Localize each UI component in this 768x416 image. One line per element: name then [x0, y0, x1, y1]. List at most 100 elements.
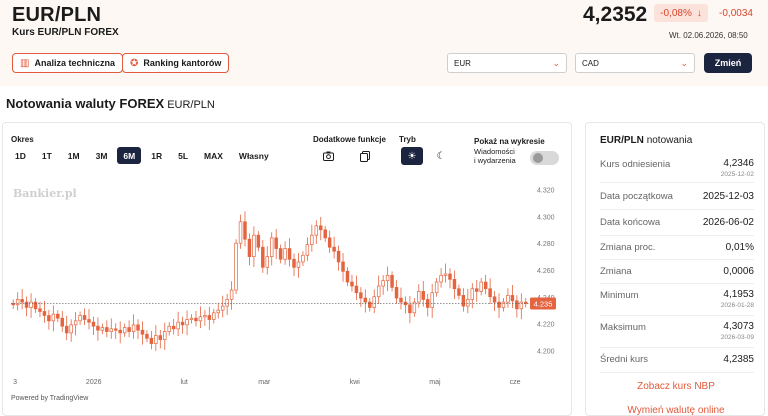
candle-body: [87, 319, 91, 323]
candle-body: [417, 291, 421, 303]
candle-body: [385, 274, 390, 282]
candle-body: [238, 221, 243, 244]
exchange-ranking-label: Ranking kantorów: [143, 58, 222, 68]
candle-body: [82, 315, 87, 320]
stats-row-date: 2026-03-09: [720, 334, 754, 341]
candle-body: [452, 279, 457, 290]
candle-body: [305, 244, 310, 256]
currency-to-select[interactable]: CAD ⌄: [575, 53, 695, 73]
candle-body: [310, 234, 314, 245]
candle-body: [394, 287, 399, 299]
stats-row-label: Zmiana proc.: [600, 242, 656, 253]
candle-body: [127, 327, 131, 332]
candle-body: [461, 295, 466, 307]
candle-body: [64, 325, 69, 334]
quote-datetime: Wt. 02.06.2026, 08:50: [669, 31, 748, 40]
stats-row-date: 2025-12-02: [720, 171, 754, 178]
range-button-1t[interactable]: 1T: [36, 147, 58, 164]
copy-icon[interactable]: [354, 147, 376, 165]
candle-body: [488, 288, 492, 298]
candle-body: [470, 288, 475, 300]
x-tick-label: lut: [180, 379, 187, 386]
candle-body: [408, 304, 412, 314]
candle-body: [390, 274, 394, 288]
range-button-3m[interactable]: 3M: [90, 147, 114, 164]
candle-body: [189, 317, 194, 320]
candle-body: [368, 301, 372, 308]
y-tick-label: 4.280: [537, 241, 555, 248]
candle-body: [448, 273, 452, 280]
moon-icon[interactable]: ☾: [430, 147, 452, 165]
extra-functions-label: Dodatkowe funkcje: [313, 135, 386, 144]
currency-from-select[interactable]: EUR ⌄: [447, 53, 567, 73]
stats-row-value: 4,1953: [723, 289, 754, 300]
range-button-1r[interactable]: 1R: [145, 147, 168, 164]
candle-body: [256, 234, 261, 248]
candle-body: [287, 248, 292, 260]
candle-body: [319, 225, 323, 231]
nbp-rate-link[interactable]: Zobacz kurs NBP: [586, 381, 766, 392]
x-tick-label: cze: [510, 379, 521, 386]
stats-title-rest: notowania: [646, 135, 693, 146]
range-button-własny[interactable]: Własny: [233, 147, 275, 164]
candle-body: [56, 313, 60, 319]
technical-analysis-button[interactable]: ▥ Analiza techniczna: [12, 53, 123, 73]
sun-icon[interactable]: ☀: [401, 147, 423, 165]
arrow-down-icon: ↓: [696, 7, 702, 19]
candle-body: [261, 246, 265, 268]
candle-body: [96, 325, 100, 331]
chart-watermark: Bankier.pl: [13, 187, 77, 200]
section-title: Notowania waluty FOREX EUR/PLN: [6, 96, 215, 111]
candle-body: [91, 321, 96, 327]
stats-row-value: 0,01%: [725, 242, 754, 253]
candle-body: [105, 327, 109, 332]
candle-body: [443, 273, 448, 276]
candle-body: [501, 301, 506, 308]
section-title-text: Notowania waluty FOREX: [6, 96, 165, 111]
candle-body: [212, 312, 216, 320]
candle-body: [283, 248, 287, 260]
change-currency-button[interactable]: Zmień: [704, 53, 752, 73]
candle-body: [497, 301, 501, 308]
candle-body: [345, 270, 350, 283]
stats-row-value: 4,2385: [723, 354, 754, 365]
candle-body: [198, 316, 203, 322]
medal-icon: ✪: [130, 57, 139, 69]
chevron-down-icon: ⌄: [680, 57, 688, 68]
candle-body: [475, 288, 479, 292]
candle-body: [483, 281, 488, 290]
candle-body: [225, 299, 229, 307]
news-events-toggle[interactable]: [530, 151, 559, 165]
camera-icon[interactable]: [317, 147, 339, 165]
candle-body: [296, 261, 301, 268]
y-tick-label: 4.200: [537, 348, 555, 355]
range-button-6m[interactable]: 6M: [117, 147, 142, 164]
candle-body: [336, 250, 341, 263]
news-label-line1: Wiadomości: [474, 147, 515, 156]
candle-body: [78, 315, 82, 322]
powered-by-tradingview[interactable]: Powered by TradingView: [11, 395, 88, 402]
candle-body: [314, 225, 319, 236]
range-selector: 1D 1T 1M 3M 6M 1R 5L MAX Własny: [9, 147, 275, 164]
candlestick-chart[interactable]: 4.3204.3004.2804.2604.2404.2204.20032026…: [3, 181, 571, 391]
candle-body: [247, 238, 252, 257]
range-button-max[interactable]: MAX: [198, 147, 229, 164]
range-button-1d[interactable]: 1D: [9, 147, 32, 164]
quote-subtitle: Kurs EUR/PLN FOREX: [12, 27, 119, 38]
technical-analysis-label: Analiza techniczna: [34, 58, 115, 68]
stats-row-value: 4,3073: [723, 321, 754, 332]
stats-row-value: 4,2346: [723, 158, 754, 169]
candle-body: [131, 324, 136, 332]
candle-body: [114, 328, 118, 331]
mode-label: Tryb: [399, 135, 416, 144]
exchange-online-link[interactable]: Wymień walutę online: [586, 405, 766, 416]
range-button-1m[interactable]: 1M: [62, 147, 86, 164]
candle-body: [350, 281, 354, 287]
change-absolute: -0,0034: [719, 7, 753, 19]
candle-body: [207, 315, 212, 320]
exchange-ranking-button[interactable]: ✪ Ranking kantorów: [122, 53, 230, 73]
range-button-5l[interactable]: 5L: [172, 147, 194, 164]
candle-body: [176, 321, 180, 330]
x-tick-label: 2026: [86, 379, 102, 386]
stats-row-date: 2026-01-28: [720, 302, 754, 309]
